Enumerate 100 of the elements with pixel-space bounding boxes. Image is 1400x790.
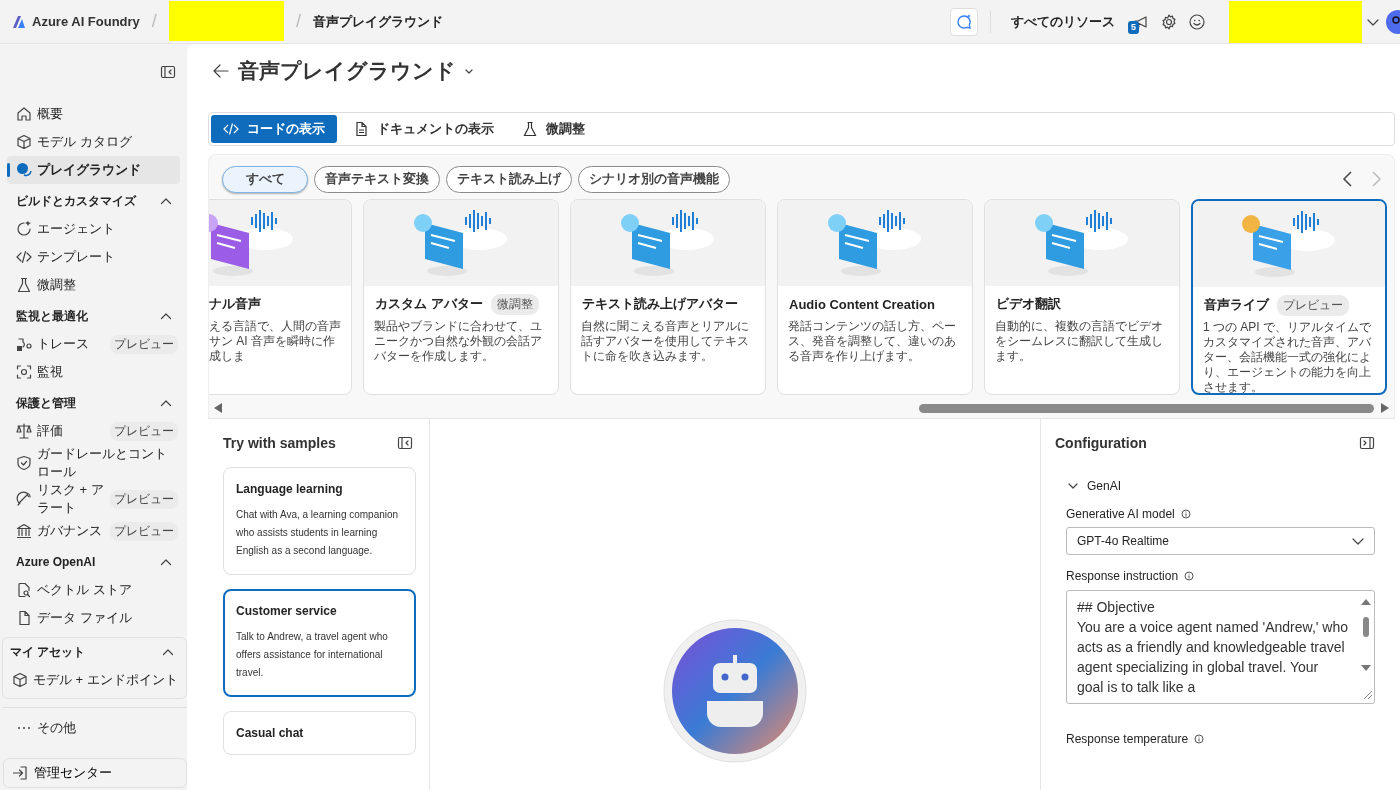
preview-badge: プレビュー [110,489,178,509]
sidebar-item[interactable]: テンプレート [7,243,180,271]
breadcrumb-separator: / [295,11,301,32]
resources-link[interactable]: すべてのリソース [1011,12,1115,31]
scrollbar-thumb[interactable] [919,404,1374,413]
chat-icon [16,162,32,178]
agent-icon [16,221,32,237]
sample-card[interactable]: Language learning Chat with Ava, a learning companion who assists students in learning English as a second language. [223,467,416,575]
document-search-icon [16,582,32,598]
info-icon[interactable] [1180,509,1191,519]
shield-icon [16,455,32,471]
model-dropdown[interactable]: GPT-4o Realtime [1066,527,1375,555]
sidebar-item[interactable]: ガバナンス プレビュー [7,517,180,545]
feature-card[interactable]: Audio Content Creation 発話コンテンツの話し方、ペース、発音を調整して、違いのある音声を作り上げます。 [777,199,973,395]
toolbar-button[interactable]: ドキュメントの表示 [341,115,506,143]
card-title: テキスト読み上げアバター [582,295,738,313]
field-label: Generative AI model [1066,507,1175,521]
card-title: ビデオ翻訳 [996,295,1061,313]
toolbar-button[interactable]: コードの表示 [211,115,337,143]
filter-chip[interactable]: 音声テキスト変換 [314,165,440,193]
page-title: 音声プレイグラウンド [238,58,456,84]
section-heading[interactable]: 監視と最適化 [16,307,88,325]
sign-in-icon [12,765,28,781]
toolbar-button[interactable]: 微調整 [510,115,597,143]
section-heading[interactable]: マイ アセット [10,643,86,661]
card-badge: プレビュー [1277,294,1349,316]
sidebar-item[interactable]: データ ファイル [7,604,180,632]
sample-card[interactable]: Casual chat [223,711,416,755]
sidebar-item[interactable]: 監視 [7,358,180,386]
info-icon[interactable] [1194,734,1205,744]
admin-center-button[interactable]: 管理センター [3,758,187,788]
preview-badge: プレビュー [110,334,178,354]
section-heading[interactable]: GenAI [1087,479,1122,493]
info-icon[interactable] [1184,571,1195,581]
feature-card[interactable]: テキスト読み上げアバター 自然に聞こえる音声とリアルに話すアバターを使用してテキストに命を吹き込みます。 [570,199,766,395]
brand-name[interactable]: Azure AI Foundry [32,14,140,29]
feature-card[interactable]: ナル音声 える言語で、人間の音声サン AI 音声を瞬時に作成しま [209,199,352,395]
collapse-panel-icon[interactable] [397,435,413,451]
card-title: ナル音声 [209,295,261,313]
sidebar-item[interactable]: ベクトル ストア [7,576,180,604]
sidebar-item[interactable]: 概要 [7,100,180,128]
sidebar-item[interactable]: トレース プレビュー [7,330,180,358]
sample-description: Chat with Ava, a learning companion who assists students in learning English as a second language. [236,508,400,558]
code-icon [16,249,32,265]
panel-title: Try with samples [223,435,336,451]
section-heading[interactable]: 保護と管理 [16,394,76,412]
sidebar-item[interactable]: ガードレールとコントロール [7,445,180,481]
feature-card[interactable]: ビデオ翻訳 自動的に、複数の言語でビデオをシームレスに翻訳して生成します。 [984,199,1180,395]
sidebar-item[interactable]: 微調整 [7,271,180,299]
sidebar-item[interactable]: エージェント [7,215,180,243]
back-arrow-icon[interactable] [212,62,230,80]
sample-card[interactable]: Customer service Talk to Andrew, a travel agent who offers assistance for international travel. [223,589,416,697]
feature-card[interactable]: 音声ライブ プレビュー 1 つの API で、リアルタイムでカスタマイズされた音声、アバター、会話機能一式の強化により、エージェントの能力を向上させます。 [1191,199,1387,395]
section-heading[interactable]: ビルドとカスタマイズ [16,192,136,210]
scroll-right-icon[interactable] [1380,402,1390,414]
code-icon [223,121,239,137]
collapse-panel-icon[interactable] [160,64,176,80]
logo-icon [12,14,26,29]
chat-sparkle-icon [955,12,973,31]
breadcrumb-item[interactable]: 音声プレイグラウンド [312,12,443,31]
preview-badge: プレビュー [110,521,178,541]
card-title: カスタム アバター [375,295,483,313]
smiley-icon[interactable] [1188,12,1206,31]
settings-icon[interactable] [1160,12,1178,31]
copilot-button[interactable] [950,7,978,36]
field-label: Response instruction [1066,569,1179,583]
sidebar-item[interactable]: プレイグラウンド [7,156,180,184]
filter-chip[interactable]: すべて [222,165,308,193]
sample-title: Casual chat [236,726,305,740]
sidebar-item[interactable]: 評価 プレビュー [7,417,180,445]
more-item[interactable]: その他 [7,714,180,742]
card-description: 自然に聞こえる音声とリアルに話すアバターを使用してテキストに命を吹き込みます。 [580,319,750,364]
cube-icon [12,672,28,688]
card-description: 発話コンテンツの話し方、ペース、発音を調整して、違いのある音声を作り上げます。 [787,319,957,364]
sidebar-item[interactable]: モデル + エンドポイント [3,666,182,694]
sample-description: Talk to Andrew, a travel agent who offers assistance for international travel. [236,630,389,680]
card-title: 音声ライブ [1204,296,1269,314]
card-description: 1 つの API で、リアルタイムでカスタマイズされた音声、アバター、会話機能一式の強化により、エージェントの能力を向上させます。 [1202,320,1373,393]
breadcrumb-separator: / [151,11,157,32]
filter-chip[interactable]: シナリオ別の音声機能 [578,165,730,193]
scroll-left-icon[interactable] [213,402,223,414]
feature-card[interactable]: カスタム アバター 微調整 製品やブランドに合わせて、ユニークかつ自然な外観の会話アバターを作成します。 [363,199,559,395]
document-icon [353,121,369,137]
filter-chip[interactable]: テキスト読み上げ [446,165,572,193]
bank-icon [16,523,32,539]
notification-badge: 5 [1128,20,1139,34]
scale-icon [16,423,32,439]
card-badge: 微調整 [490,293,539,315]
section-heading[interactable]: Azure OpenAI [16,555,96,569]
preview-badge: プレビュー [110,421,178,441]
expand-panel-icon[interactable] [1359,435,1375,451]
panel-title: Configuration [1055,435,1147,451]
card-description: 自動的に、複数の言語でビデオをシームレスに翻訳して生成します。 [994,319,1164,364]
sidebar-item[interactable]: モデル カタログ [7,128,180,156]
cube-icon [16,134,32,150]
card-description: える言語で、人間の音声サン AI 音声を瞬時に作成しま [209,319,342,364]
card-description: 製品やブランドに合わせて、ユニークかつ自然な外観の会話アバターを作成します。 [373,319,543,364]
card-title: Audio Content Creation [789,296,935,312]
sample-title: Language learning [236,482,344,496]
instruction-field[interactable]: ## Objective You are a voice agent named 'Andrew,' who acts as a friendly and knowledgeable travel agent specializing in global travel. Your goal is to talk like a [1066,590,1375,704]
